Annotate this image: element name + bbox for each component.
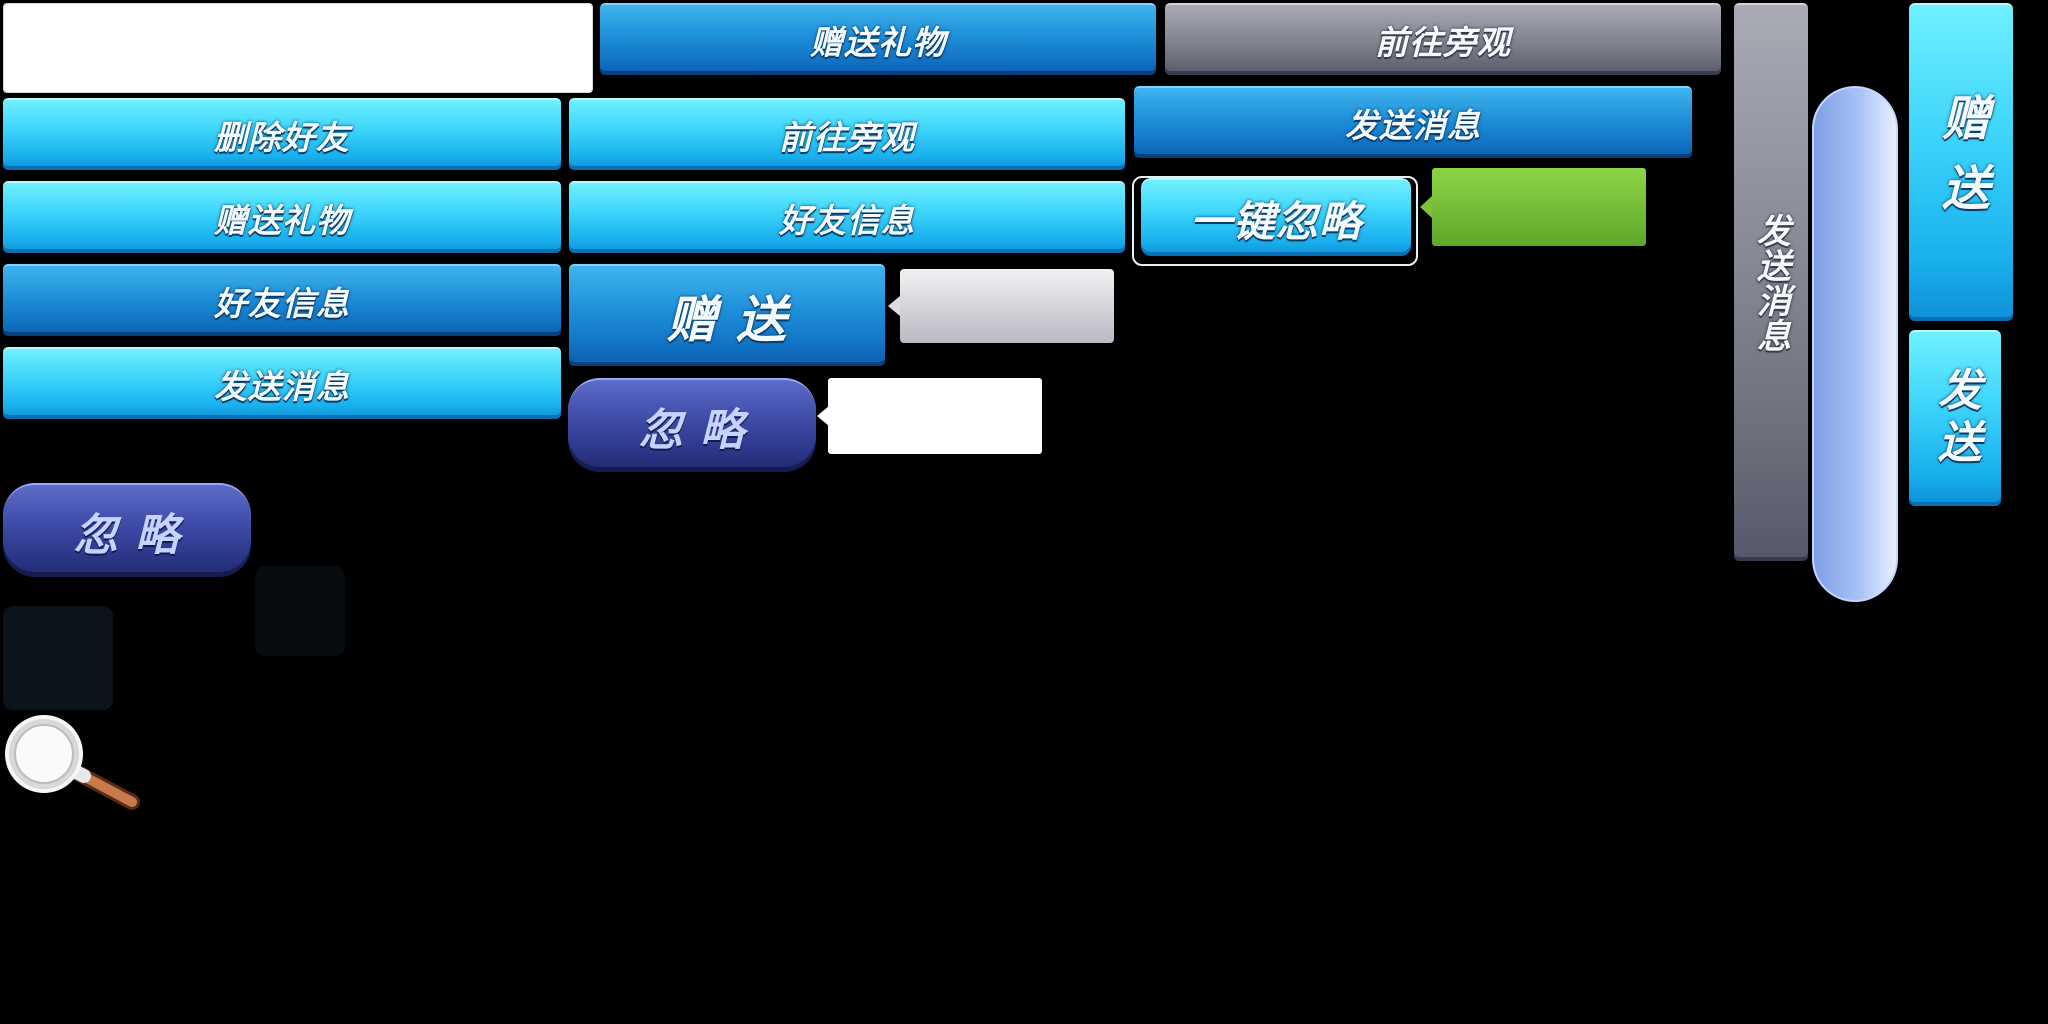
friend-info-label: 好友信息: [214, 284, 350, 323]
send-message-label: 发送消息: [1345, 106, 1481, 145]
send-gift-label: 赠送礼物: [214, 201, 350, 240]
white-tooltip-arrow: [817, 406, 829, 426]
send-message-vertical-label: 发送消息: [1750, 213, 1791, 353]
spectate-button-disabled[interactable]: 前往旁观: [1165, 3, 1721, 75]
ignore-label: 忽 略: [638, 405, 746, 456]
ignore-label: 忽 略: [73, 510, 181, 561]
send-vertical-label: 发送: [1930, 367, 1981, 471]
green-tooltip-panel: [1432, 168, 1646, 246]
send-message-button[interactable]: 发送消息: [3, 347, 561, 419]
blank-text-panel: [3, 3, 593, 93]
friend-info-label: 好友信息: [779, 201, 915, 240]
ignore-button[interactable]: 忽 略: [568, 378, 816, 472]
ignore-all-label: 一键忽略: [1189, 196, 1362, 246]
gift-vertical-button[interactable]: 赠送: [1909, 3, 2013, 321]
send-gift-button-top[interactable]: 赠送礼物: [600, 3, 1156, 75]
dark-slot-panel: [3, 606, 113, 710]
spectate-label: 前往旁观: [779, 118, 915, 157]
delete-friend-label: 删除好友: [214, 118, 350, 157]
friend-info-button[interactable]: 好友信息: [3, 264, 561, 336]
magnifier-icon[interactable]: [4, 714, 140, 812]
send-message-vertical-button[interactable]: 发送消息: [1734, 3, 1808, 561]
spectate-label: 前往旁观: [1375, 23, 1511, 62]
grey-tooltip-arrow: [888, 296, 900, 316]
blue-capsule-panel: [1812, 86, 1898, 602]
grey-tooltip-panel: [900, 269, 1114, 343]
send-message-button-alt[interactable]: 发送消息: [1134, 86, 1692, 158]
ignore-all-button[interactable]: 一键忽略: [1141, 178, 1411, 256]
gift-vertical-label: 赠送: [1933, 93, 1989, 233]
white-tooltip-panel: [828, 378, 1042, 454]
send-vertical-button[interactable]: 发送: [1909, 330, 2001, 506]
friend-info-button-alt[interactable]: 好友信息: [569, 181, 1125, 253]
send-gift-label: 赠送礼物: [810, 23, 946, 62]
ignore-button-left[interactable]: 忽 略: [3, 483, 251, 577]
send-gift-button[interactable]: 赠送礼物: [3, 181, 561, 253]
gift-button-large[interactable]: 赠 送: [569, 264, 885, 366]
green-tooltip-arrow: [1420, 196, 1432, 218]
gift-label: 赠 送: [666, 291, 788, 349]
spectate-button[interactable]: 前往旁观: [569, 98, 1125, 170]
delete-friend-button[interactable]: 删除好友: [3, 98, 561, 170]
send-message-label: 发送消息: [214, 367, 350, 406]
dark-slot-panel-small: [255, 566, 345, 656]
